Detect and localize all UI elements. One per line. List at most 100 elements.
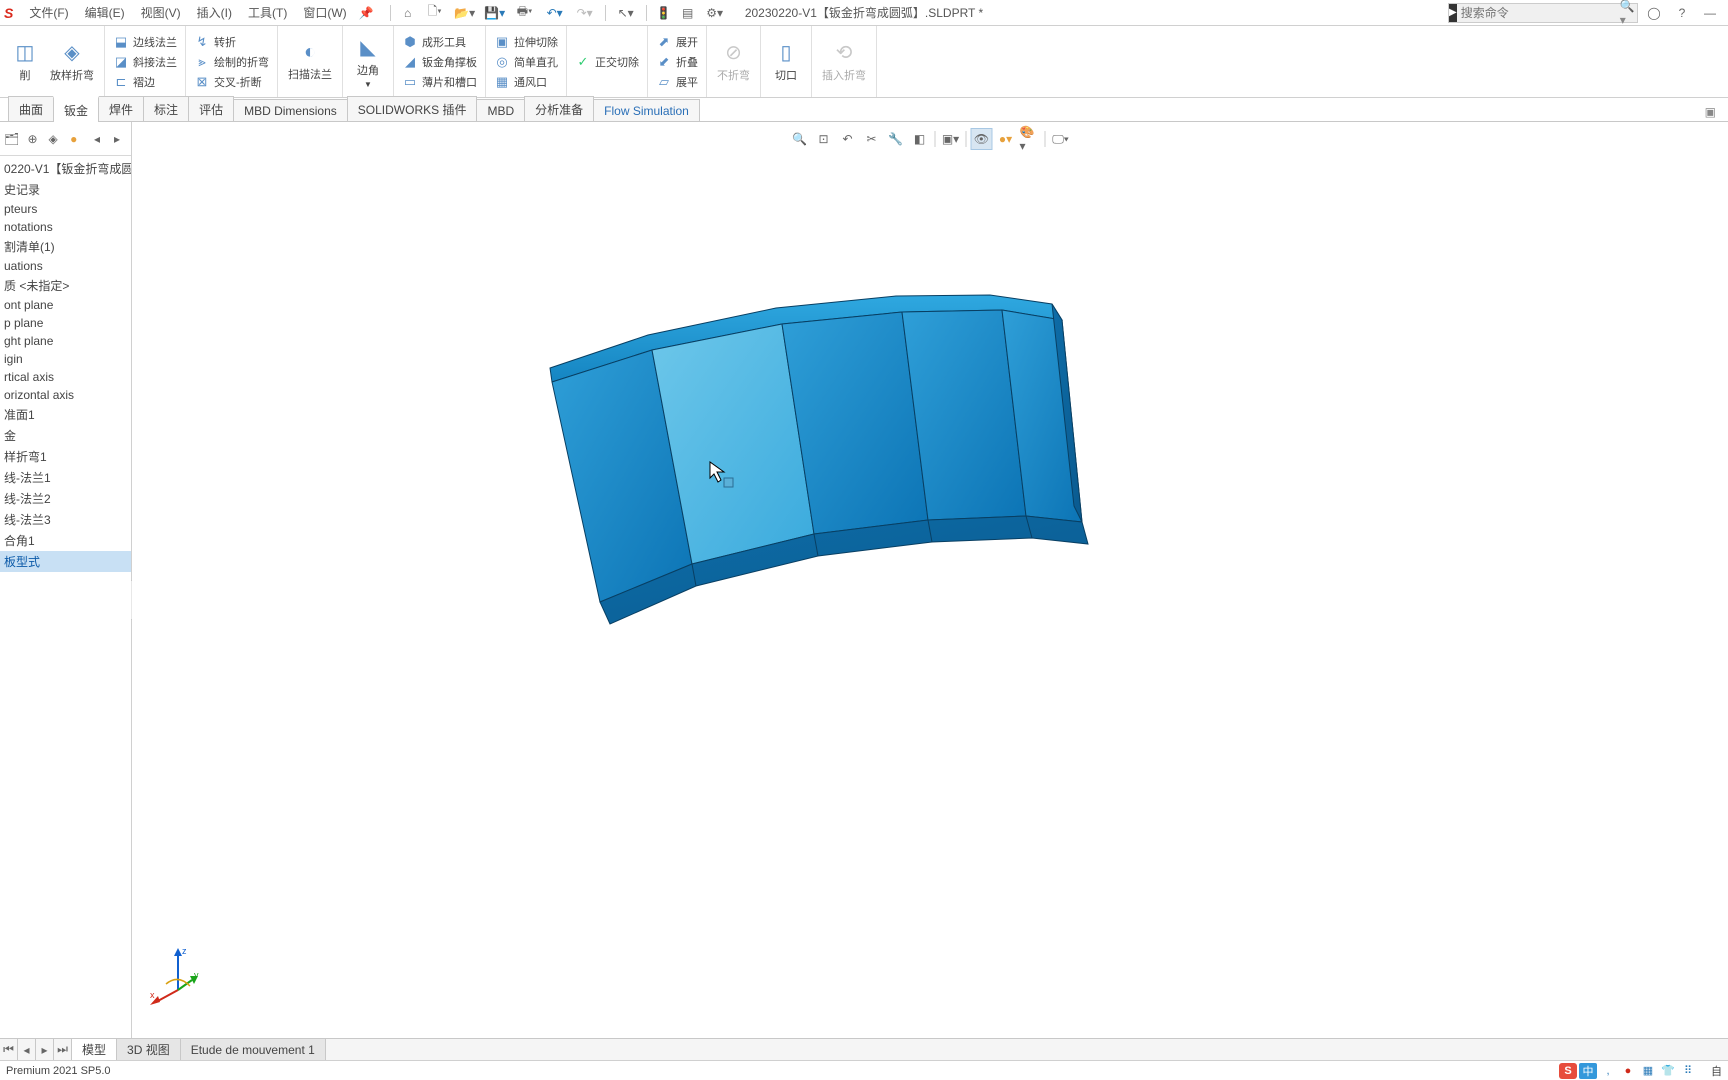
tab-surface[interactable]: 曲面 bbox=[8, 96, 54, 121]
extruded-cut-button[interactable]: ▣拉伸切除 bbox=[492, 33, 560, 51]
gusset-button[interactable]: ◢钣金角撑板 bbox=[400, 53, 479, 71]
tab-slot-button[interactable]: ▭薄片和槽口 bbox=[400, 73, 479, 91]
tab-mbd-dimensions[interactable]: MBD Dimensions bbox=[233, 99, 348, 121]
property-manager-tab-icon[interactable]: ⊕ bbox=[25, 129, 40, 149]
help-icon[interactable]: ? bbox=[1670, 1, 1694, 25]
ime-toolbox-icon[interactable]: ⠿ bbox=[1679, 1063, 1697, 1079]
section-view-icon[interactable]: ✂ bbox=[861, 128, 883, 150]
tree-item[interactable]: 合角1 bbox=[0, 530, 131, 551]
tab-annotate[interactable]: 标注 bbox=[143, 96, 189, 121]
vent-button[interactable]: ▦通风口 bbox=[492, 73, 560, 91]
3d-viewport[interactable]: 🔍 ⊡ ↶ ✂ 🔧 ◧ ▣▾ 👁 ●▾ 🎨▾ 🖵▾ bbox=[132, 122, 1728, 1038]
tree-item[interactable]: 线-法兰2 bbox=[0, 488, 131, 509]
tree-item[interactable]: 线-法兰3 bbox=[0, 509, 131, 530]
open-doc-icon[interactable]: 📂▾ bbox=[451, 2, 479, 24]
view-orientation-icon[interactable]: ◧ bbox=[909, 128, 931, 150]
tree-item[interactable]: 史记录 bbox=[0, 179, 131, 200]
tab-sw-addins[interactable]: SOLIDWORKS 插件 bbox=[347, 96, 478, 121]
menu-view[interactable]: 视图(V) bbox=[133, 4, 189, 21]
tab-nav-last-icon[interactable]: ⏭ bbox=[54, 1039, 72, 1060]
hide-show-icon[interactable]: 👁 bbox=[971, 128, 993, 150]
tab-analysis-prep[interactable]: 分析准备 bbox=[524, 96, 594, 121]
rip-button[interactable]: ▯切口 bbox=[767, 38, 805, 85]
menu-insert[interactable]: 插入(I) bbox=[189, 4, 240, 21]
ime-keyboard-icon[interactable]: ▦ bbox=[1639, 1063, 1657, 1079]
tab-nav-first-icon[interactable]: ⏮ bbox=[0, 1039, 18, 1060]
tab-sheetmetal[interactable]: 钣金 bbox=[53, 96, 99, 122]
tabs-expand-icon[interactable]: ▣ bbox=[1701, 103, 1720, 121]
bottom-tab-motion-study[interactable]: Etude de mouvement 1 bbox=[181, 1039, 326, 1060]
tree-item[interactable]: 金 bbox=[0, 425, 131, 446]
tree-item[interactable]: p plane bbox=[0, 314, 131, 332]
tab-evaluate[interactable]: 评估 bbox=[188, 96, 234, 121]
save-icon[interactable]: 💾▾ bbox=[481, 2, 509, 24]
ime-punct-icon[interactable]: , bbox=[1599, 1063, 1617, 1079]
forming-tool-button[interactable]: ⬢成形工具 bbox=[400, 33, 479, 51]
command-search[interactable]: ▶ 🔍▾ bbox=[1448, 3, 1638, 23]
tree-item[interactable]: notations bbox=[0, 218, 131, 236]
tree-item[interactable]: ght plane bbox=[0, 332, 131, 350]
tree-item[interactable]: uations bbox=[0, 257, 131, 275]
view-settings-icon[interactable]: 🖵▾ bbox=[1050, 128, 1072, 150]
tree-item[interactable]: 线-法兰1 bbox=[0, 467, 131, 488]
menu-file[interactable]: 文件(F) bbox=[21, 4, 76, 21]
search-input[interactable] bbox=[1457, 6, 1620, 20]
edge-flange-button[interactable]: ⬓边线法兰 bbox=[111, 33, 179, 51]
tree-item[interactable]: 准面1 bbox=[0, 404, 131, 425]
tree-item[interactable]: igin bbox=[0, 350, 131, 368]
list-icon[interactable]: ▤ bbox=[677, 2, 699, 24]
sheetmetal-part-model[interactable] bbox=[492, 262, 1132, 682]
tree-item[interactable]: 样折弯1 bbox=[0, 446, 131, 467]
unfold-button[interactable]: ⬈展开 bbox=[654, 33, 700, 51]
previous-view-icon[interactable]: ↶ bbox=[837, 128, 859, 150]
menu-edit[interactable]: 编辑(E) bbox=[77, 4, 133, 21]
print-icon[interactable]: 🖶▾ bbox=[511, 2, 539, 24]
view-orientation-triad[interactable]: z y x bbox=[148, 944, 218, 1014]
fold-button[interactable]: ⬋折叠 bbox=[654, 53, 700, 71]
jog-button[interactable]: ↯转折 bbox=[192, 33, 271, 51]
feature-tree-tab-icon[interactable]: 🗂 bbox=[4, 129, 19, 149]
tabs-scroll-right-icon[interactable]: ▸ bbox=[107, 129, 127, 149]
ime-lang-badge[interactable]: 中 bbox=[1579, 1063, 1597, 1079]
tab-weldments[interactable]: 焊件 bbox=[98, 96, 144, 121]
tree-item[interactable]: pteurs bbox=[0, 200, 131, 218]
sketched-bend-button[interactable]: ⪢绘制的折弯 bbox=[192, 53, 271, 71]
tree-item[interactable]: orizontal axis bbox=[0, 386, 131, 404]
feature-tree[interactable]: 0220-V1【钣金折弯成圆史记录pteursnotations割清单(1)ua… bbox=[0, 156, 131, 1038]
tabs-scroll-left-icon[interactable]: ◂ bbox=[87, 129, 107, 149]
zoom-area-icon[interactable]: ⊡ bbox=[813, 128, 835, 150]
apply-scene-icon[interactable]: 🎨▾ bbox=[1019, 128, 1041, 150]
bottom-tab-3dview[interactable]: 3D 视图 bbox=[117, 1039, 181, 1060]
menu-window[interactable]: 窗口(W) bbox=[295, 4, 354, 21]
display-manager-tab-icon[interactable]: ● bbox=[66, 129, 81, 149]
normal-cut-button[interactable]: ✓正交切除 bbox=[573, 53, 641, 71]
hem-button[interactable]: ⊏褶边 bbox=[111, 73, 179, 91]
cross-break-button[interactable]: ⊠交叉-折断 bbox=[192, 73, 271, 91]
lofted-bend-button[interactable]: ◈放样折弯 bbox=[46, 38, 98, 85]
edit-appearance-icon[interactable]: ●▾ bbox=[995, 128, 1017, 150]
tab-nav-next-icon[interactable]: ▸ bbox=[36, 1039, 54, 1060]
tree-item[interactable]: ont plane bbox=[0, 296, 131, 314]
corners-button[interactable]: ◣边角▼ bbox=[349, 33, 387, 91]
select-icon[interactable]: ↖▾ bbox=[612, 2, 640, 24]
tab-nav-prev-icon[interactable]: ◂ bbox=[18, 1039, 36, 1060]
zoom-fit-icon[interactable]: 🔍 bbox=[789, 128, 811, 150]
home-icon[interactable]: ⌂ bbox=[397, 2, 419, 24]
swept-flange-button[interactable]: ◐扫描法兰 bbox=[284, 39, 336, 84]
base-flange-button[interactable]: ◫削 bbox=[6, 38, 44, 85]
minimize-icon[interactable]: — bbox=[1698, 1, 1722, 25]
settings-icon[interactable]: ⚙▾ bbox=[701, 2, 729, 24]
tree-item[interactable]: 割清单(1) bbox=[0, 236, 131, 257]
menu-tools[interactable]: 工具(T) bbox=[240, 4, 295, 21]
redo-icon[interactable]: ↷▾ bbox=[571, 2, 599, 24]
undo-icon[interactable]: ↶▾ bbox=[541, 2, 569, 24]
ime-skin-icon[interactable]: 👕 bbox=[1659, 1063, 1677, 1079]
tab-mbd[interactable]: MBD bbox=[476, 99, 525, 121]
tree-item[interactable]: rtical axis bbox=[0, 368, 131, 386]
ime-sogou-icon[interactable]: S bbox=[1559, 1063, 1577, 1079]
tree-item[interactable]: 0220-V1【钣金折弯成圆 bbox=[0, 158, 131, 179]
pin-icon[interactable]: 📌 bbox=[359, 6, 374, 20]
user-icon[interactable]: ◯ bbox=[1642, 1, 1666, 25]
tab-flow-simulation[interactable]: Flow Simulation bbox=[593, 99, 700, 121]
bottom-tab-model[interactable]: 模型 bbox=[72, 1039, 117, 1060]
